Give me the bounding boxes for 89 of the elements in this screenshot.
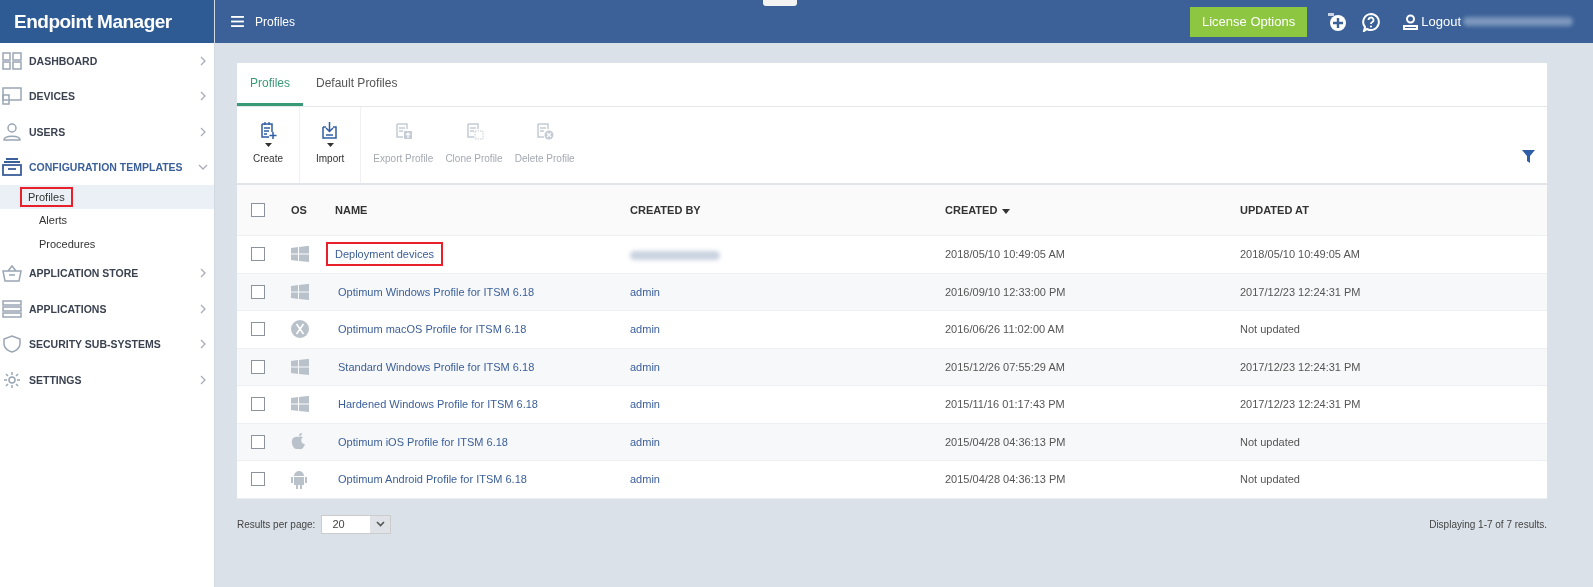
table-cell: 2015/04/28 04:36:13 PM — [945, 435, 1066, 448]
chevron-right-icon — [198, 303, 208, 314]
table-cell: 2018/05/10 10:49:05 AM — [1240, 248, 1360, 261]
table-cell: admin — [630, 473, 660, 486]
logout-link[interactable]: Logout — [1403, 13, 1461, 30]
row-checkbox[interactable] — [251, 434, 265, 449]
sort-caret-icon — [1002, 208, 1011, 214]
user-icon — [1403, 13, 1419, 30]
sidebar-item[interactable]: DEVICES — [0, 78, 214, 114]
row-checkbox[interactable] — [251, 247, 265, 262]
column-header[interactable]: OS — [291, 204, 307, 216]
clipboard-x-icon — [535, 121, 555, 140]
results-per-page-label: Results per page: — [237, 518, 316, 530]
table-cell: admin — [630, 360, 660, 373]
clipboard-copy-icon — [464, 121, 484, 140]
windows-logo-icon — [291, 246, 309, 263]
filter-icon[interactable] — [1522, 149, 1535, 163]
row-checkbox[interactable] — [251, 322, 265, 337]
table-cell: 2017/12/23 12:24:31 PM — [1240, 360, 1361, 373]
windows-logo-icon — [291, 358, 309, 375]
profile-name-link[interactable]: Hardened Windows Profile for ITSM 6.18 — [335, 394, 541, 415]
gear-icon — [2, 370, 22, 389]
clipboard-plus-icon — [258, 121, 278, 140]
sidebar-item[interactable]: APPLICATION STORE — [0, 255, 214, 291]
chevron-right-icon — [198, 339, 208, 350]
chevron-down-icon — [375, 521, 385, 527]
sidebar-subitem[interactable]: Alerts — [36, 210, 71, 231]
table-cell: 2015/04/28 04:36:13 PM — [945, 473, 1066, 486]
table-cell: 2015/11/16 01:17:43 PM — [945, 398, 1065, 411]
row-checkbox[interactable] — [251, 359, 265, 374]
sidebar-item[interactable]: CONFIGURATION TEMPLATES — [0, 149, 214, 185]
sidebar-item[interactable]: DASHBOARD — [0, 43, 214, 79]
app-title: Endpoint Manager — [0, 0, 214, 43]
table-cell: admin — [630, 323, 660, 336]
chevron-right-icon — [198, 55, 208, 66]
table-cell: admin — [630, 285, 660, 298]
table-cell: 2016/09/10 12:33:00 PM — [945, 285, 1066, 298]
table-cell: Not updated — [1240, 323, 1300, 336]
results-per-page-dropdown[interactable]: 20 — [321, 514, 392, 534]
sidebar-item[interactable]: SECURITY SUB-SYSTEMS — [0, 326, 214, 362]
basket-icon — [2, 264, 22, 283]
table-cell: 2015/12/26 07:55:29 AM — [945, 360, 1065, 373]
user-icon — [2, 122, 22, 141]
shield-icon — [2, 335, 22, 354]
devices-icon — [2, 87, 22, 106]
column-header[interactable]: CREATED — [945, 204, 1011, 216]
sidebar-subitem[interactable]: Profiles — [20, 186, 73, 207]
sidebar-item[interactable]: SETTINGS — [0, 362, 214, 398]
apple-logo-icon — [291, 432, 307, 451]
windows-logo-icon — [291, 283, 309, 300]
table-cell: Not updated — [1240, 435, 1300, 448]
download-tray-icon — [320, 121, 340, 140]
sidebar-item[interactable]: USERS — [0, 114, 214, 150]
help-icon[interactable] — [1361, 11, 1382, 32]
select-all-checkbox[interactable] — [251, 203, 265, 217]
chevron-right-icon — [198, 91, 208, 102]
column-header[interactable]: CREATED BY — [630, 204, 701, 216]
chevron-right-icon — [198, 268, 208, 279]
table-cell: 2017/12/23 12:24:31 PM — [1240, 285, 1361, 298]
results-summary: Displaying 1-7 of 7 results. — [1429, 518, 1547, 530]
menu-icon[interactable] — [231, 16, 244, 27]
row-checkbox[interactable] — [251, 397, 265, 412]
server-icon — [2, 299, 22, 318]
row-checkbox[interactable] — [251, 472, 265, 487]
profile-name-link[interactable]: Deployment devices — [326, 242, 444, 267]
table-cell: Not updated — [1240, 473, 1300, 486]
clipboard-upload-icon — [393, 121, 413, 140]
table-cell: admin — [630, 398, 660, 411]
chevron-right-icon — [198, 126, 208, 137]
table-cell: 2017/12/23 12:24:31 PM — [1240, 398, 1361, 411]
sidebar-subitem[interactable]: Procedures — [36, 233, 99, 254]
sidebar-item[interactable]: APPLICATIONS — [0, 291, 214, 327]
table-cell: 2016/06/26 11:02:00 AM — [945, 323, 1065, 336]
add-device-icon[interactable] — [1327, 11, 1348, 32]
stack-icon — [2, 158, 22, 177]
column-header[interactable]: NAME — [335, 204, 368, 216]
profile-name-link[interactable]: Optimum Android Profile for ITSM 6.18 — [335, 469, 530, 490]
grid-icon — [2, 51, 22, 70]
column-header[interactable]: UPDATED AT — [1240, 204, 1309, 216]
page-title: Profiles — [255, 14, 295, 29]
profile-name-link[interactable]: Optimum macOS Profile for ITSM 6.18 — [335, 319, 530, 340]
x-circle-icon — [291, 320, 309, 339]
table-cell: 2018/05/10 10:49:05 AM — [945, 248, 1065, 261]
tab[interactable]: Default Profiles — [303, 63, 411, 106]
chevron-right-icon — [198, 374, 208, 385]
android-robot-icon — [291, 469, 307, 490]
table-cell: admin — [630, 435, 660, 448]
windows-logo-icon — [291, 396, 309, 413]
row-checkbox[interactable] — [251, 284, 265, 299]
